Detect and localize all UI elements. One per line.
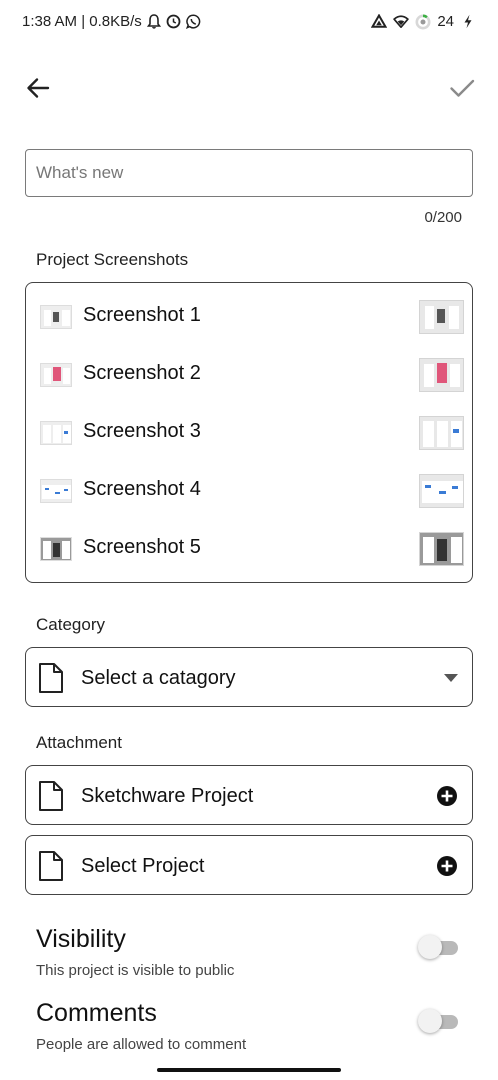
add-circle-icon[interactable] — [436, 855, 458, 877]
screenshot-thumbnail-large — [419, 474, 464, 508]
battery-level: 24 — [437, 13, 454, 30]
comments-subtitle: People are allowed to comment — [36, 1036, 247, 1053]
screenshot-label: Screenshot 2 — [83, 362, 201, 384]
screenshot-thumbnail-small — [40, 479, 72, 503]
category-section-label: Category — [36, 615, 105, 634]
screenshot-thumbnail-small — [40, 421, 72, 445]
switch-thumb — [418, 1009, 442, 1033]
add-circle-icon[interactable] — [436, 785, 458, 807]
comments-switch[interactable] — [418, 1008, 458, 1034]
home-indicator[interactable] — [157, 1068, 341, 1072]
file-icon — [39, 781, 63, 811]
arrow-left-icon — [27, 78, 50, 98]
attachment-section-label: Attachment — [36, 733, 122, 752]
select-project-field[interactable]: Select Project — [25, 835, 473, 895]
charging-bolt-icon — [460, 14, 476, 30]
screenshot-item-2[interactable]: Screenshot 2 — [26, 350, 472, 400]
status-left: 1:38 AM | 0.8KB/s — [22, 13, 202, 30]
attachment-label: Select Project — [81, 855, 205, 877]
screenshot-label: Screenshot 4 — [83, 478, 201, 500]
sketchware-project-field[interactable]: Sketchware Project — [25, 765, 473, 825]
whatsapp-icon — [186, 14, 202, 30]
screenshot-thumbnail-large — [419, 358, 464, 392]
screenshot-item-4[interactable]: Screenshot 4 — [26, 466, 472, 516]
alarm-icon — [166, 14, 182, 30]
wifi-icon — [393, 14, 410, 30]
drive-icon — [371, 14, 388, 30]
done-button[interactable] — [448, 74, 476, 102]
visibility-switch[interactable] — [418, 934, 458, 960]
status-right: 24 — [371, 13, 476, 30]
category-dropdown[interactable]: Select a catagory — [25, 647, 473, 707]
screenshot-thumbnail-large — [419, 532, 464, 566]
file-icon — [39, 851, 63, 881]
screenshot-thumbnail-large — [419, 416, 464, 450]
check-icon — [450, 79, 475, 97]
category-selected-text: Select a catagory — [81, 667, 236, 689]
screenshot-label: Screenshot 3 — [83, 420, 201, 442]
battery-ring-icon — [415, 14, 431, 30]
whats-new-input[interactable] — [25, 149, 473, 197]
status-time: 1:38 AM | 0.8KB/s — [22, 13, 142, 30]
screenshot-thumbnail-small — [40, 363, 72, 387]
switch-thumb — [418, 935, 442, 959]
character-counter: 0/200 — [424, 209, 462, 226]
screenshot-label: Screenshot 5 — [83, 536, 201, 558]
comments-title: Comments — [36, 999, 157, 1027]
back-button[interactable] — [24, 74, 52, 102]
screenshot-item-5[interactable]: Screenshot 5 — [26, 524, 472, 574]
screenshot-item-1[interactable]: Screenshot 1 — [26, 292, 472, 342]
screenshots-list: Screenshot 1 Screenshot 2 Screenshot 3 S… — [25, 282, 473, 583]
screenshot-item-3[interactable]: Screenshot 3 — [26, 408, 472, 458]
file-icon — [39, 663, 63, 693]
screenshot-label: Screenshot 1 — [83, 304, 201, 326]
screenshot-thumbnail-small — [40, 537, 72, 561]
screenshot-thumbnail-small — [40, 305, 72, 329]
attachment-label: Sketchware Project — [81, 785, 254, 807]
screenshot-thumbnail-large — [419, 300, 464, 334]
top-app-bar — [0, 62, 498, 114]
visibility-title: Visibility — [36, 925, 126, 953]
screenshots-section-label: Project Screenshots — [36, 250, 189, 269]
status-bar: 1:38 AM | 0.8KB/s 24 — [0, 0, 498, 46]
visibility-subtitle: This project is visible to public — [36, 962, 235, 979]
notification-bell-icon — [146, 14, 162, 30]
dropdown-arrow-icon — [444, 674, 458, 682]
